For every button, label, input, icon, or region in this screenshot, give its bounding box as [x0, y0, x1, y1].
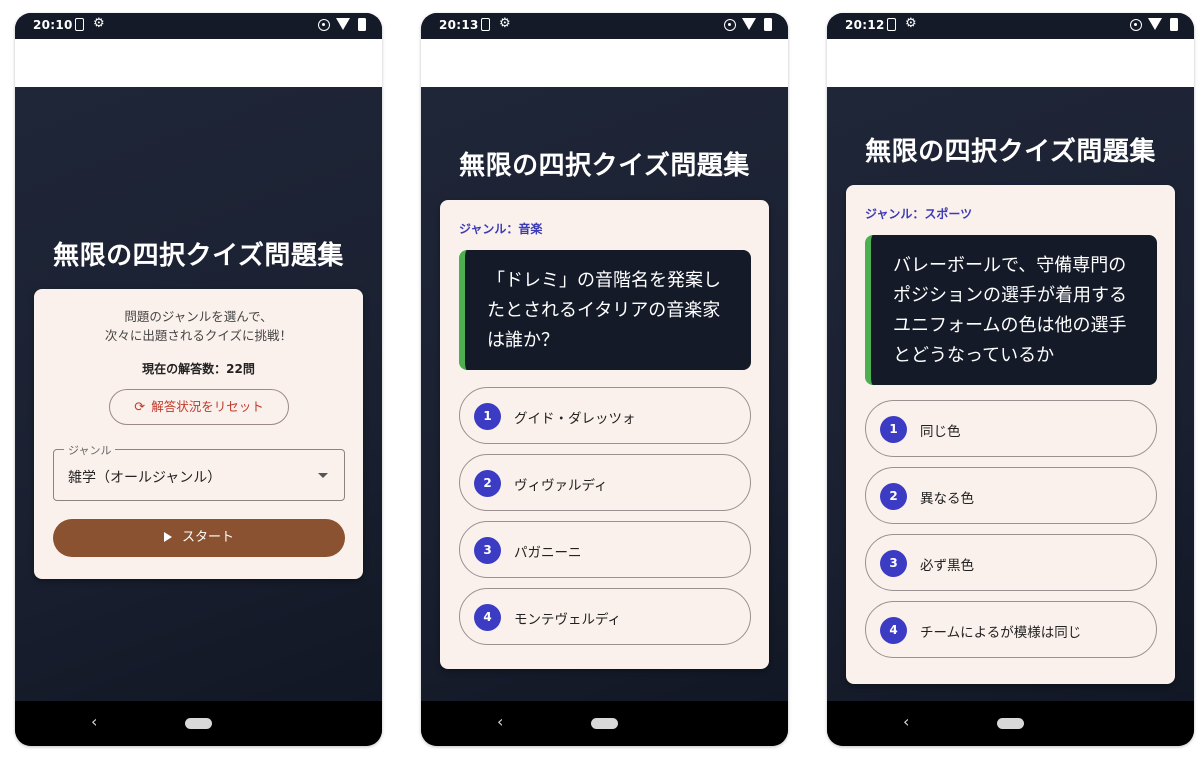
answer-option-1[interactable]: 1 グイド・ダレッツォ [459, 387, 751, 444]
phone-screen-quiz-music: 20:13 ⚙ 無限の四択クイズ問題集 ジャンル：音楽 「ドレミ」の音階名を発案… [421, 13, 788, 746]
intro-text: 問題のジャンルを選んで、 次々に出題されるクイズに挑戦！ [34, 307, 363, 345]
sim-card-icon [887, 18, 896, 31]
play-icon [163, 531, 172, 542]
quiz-content: 無限の四択クイズ問題集 ジャンル：音楽 「ドレミ」の音階名を発案したとされるイタ… [421, 87, 788, 701]
battery-icon [764, 18, 772, 31]
option-number-badge: 1 [880, 416, 907, 443]
option-number-badge: 2 [474, 470, 501, 497]
phone-screen-home: 20:10 ⚙ 無限の四択クイズ問題集 問題のジャンルを選んで、 次々に出題され… [15, 13, 382, 746]
sim-card-icon [75, 18, 84, 31]
navigation-bar: ‹ [421, 701, 788, 746]
back-chevron-icon[interactable]: ‹ [91, 712, 97, 731]
intro-line-1: 問題のジャンルを選んで、 [124, 309, 273, 324]
option-label: グイド・ダレッツォ [514, 411, 636, 427]
quiz-genre-label: ジャンル：スポーツ [865, 207, 973, 221]
status-bar: 20:10 ⚙ [15, 13, 382, 39]
quiz-content: 無限の四択クイズ問題集 ジャンル：スポーツ バレーボールで、守備専門のポジション… [827, 87, 1194, 701]
back-chevron-icon[interactable]: ‹ [497, 712, 503, 731]
navigation-bar: ‹ [827, 701, 1194, 746]
question-text: 「ドレミ」の音階名を発案したとされるイタリアの音楽家は誰か？ [459, 250, 751, 370]
settings-gear-icon: ⚙ [93, 16, 105, 31]
option-number-badge: 2 [880, 483, 907, 510]
app-title: 無限の四択クイズ問題集 [865, 137, 1156, 167]
app-title: 無限の四択クイズ問題集 [53, 241, 344, 271]
app-title: 無限の四択クイズ問題集 [459, 151, 750, 181]
answer-option-4[interactable]: 4 モンテヴェルディ [459, 588, 751, 645]
answer-option-2[interactable]: 2 ヴィヴァルディ [459, 454, 751, 511]
option-number-badge: 3 [880, 550, 907, 577]
status-time: 20:12 [845, 18, 885, 32]
start-button[interactable]: スタート [53, 519, 345, 557]
intro-line-2: 次々に出題されるクイズに挑戦！ [104, 328, 293, 343]
app-bar [827, 39, 1194, 87]
genre-select-value: 雑学（オールジャンル） [68, 470, 222, 486]
chevron-down-icon [318, 473, 328, 478]
option-label: 必ず黒色 [920, 558, 974, 574]
wifi-icon [336, 18, 350, 30]
home-pill-icon[interactable] [997, 718, 1024, 729]
home-card: 問題のジャンルを選んで、 次々に出題されるクイズに挑戦！ 現在の解答数：22問 … [34, 289, 363, 579]
option-label: チームによるが模様は同じ [920, 625, 1082, 641]
battery-icon [358, 18, 366, 31]
data-saver-icon [318, 19, 330, 31]
status-bar: 20:12 ⚙ [827, 13, 1194, 39]
answer-option-3[interactable]: 3 パガニーニ [459, 521, 751, 578]
status-time: 20:10 [33, 18, 73, 32]
data-saver-icon [724, 19, 736, 31]
wifi-icon [742, 18, 756, 30]
app-bar [15, 39, 382, 87]
option-number-badge: 3 [474, 537, 501, 564]
phone-screen-quiz-sports: 20:12 ⚙ 無限の四択クイズ問題集 ジャンル：スポーツ バレーボールで、守備… [827, 13, 1194, 746]
app-bar [421, 39, 788, 87]
home-pill-icon[interactable] [185, 718, 212, 729]
home-content: 無限の四択クイズ問題集 問題のジャンルを選んで、 次々に出題されるクイズに挑戦！… [15, 87, 382, 701]
answer-option-3[interactable]: 3 必ず黒色 [865, 534, 1157, 591]
wifi-icon [1148, 18, 1162, 30]
quiz-card: ジャンル：スポーツ バレーボールで、守備専門のポジションの選手が着用するユニフォ… [846, 185, 1175, 684]
option-label: モンテヴェルディ [514, 612, 622, 628]
option-label: パガニーニ [514, 545, 582, 561]
quiz-genre-label: ジャンル：音楽 [459, 222, 543, 236]
sim-card-icon [481, 18, 490, 31]
option-label: 異なる色 [920, 491, 974, 507]
genre-select-legend: ジャンル [64, 442, 116, 458]
reset-progress-label: 解答状況をリセット [151, 399, 264, 414]
genre-select[interactable]: ジャンル 雑学（オールジャンル） [53, 442, 345, 501]
refresh-icon: ⟳ [134, 400, 146, 415]
answer-option-1[interactable]: 1 同じ色 [865, 400, 1157, 457]
reset-progress-button[interactable]: ⟳ 解答状況をリセット [109, 389, 289, 425]
quiz-card: ジャンル：音楽 「ドレミ」の音階名を発案したとされるイタリアの音楽家は誰か？ 1… [440, 200, 769, 669]
option-label: 同じ色 [920, 424, 961, 440]
answer-option-2[interactable]: 2 異なる色 [865, 467, 1157, 524]
option-number-badge: 4 [880, 617, 907, 644]
status-bar: 20:13 ⚙ [421, 13, 788, 39]
question-text: バレーボールで、守備専門のポジションの選手が着用するユニフォームの色は他の選手と… [865, 235, 1157, 385]
settings-gear-icon: ⚙ [905, 16, 917, 31]
battery-icon [1170, 18, 1178, 31]
navigation-bar: ‹ [15, 701, 382, 746]
start-button-label: スタート [181, 530, 234, 545]
status-time: 20:13 [439, 18, 479, 32]
answer-count: 現在の解答数：22問 [142, 362, 255, 376]
data-saver-icon [1130, 19, 1142, 31]
back-chevron-icon[interactable]: ‹ [903, 712, 909, 731]
home-pill-icon[interactable] [591, 718, 618, 729]
option-number-badge: 1 [474, 403, 501, 430]
option-number-badge: 4 [474, 604, 501, 631]
option-label: ヴィヴァルディ [514, 478, 608, 494]
answer-option-4[interactable]: 4 チームによるが模様は同じ [865, 601, 1157, 658]
settings-gear-icon: ⚙ [499, 16, 511, 31]
